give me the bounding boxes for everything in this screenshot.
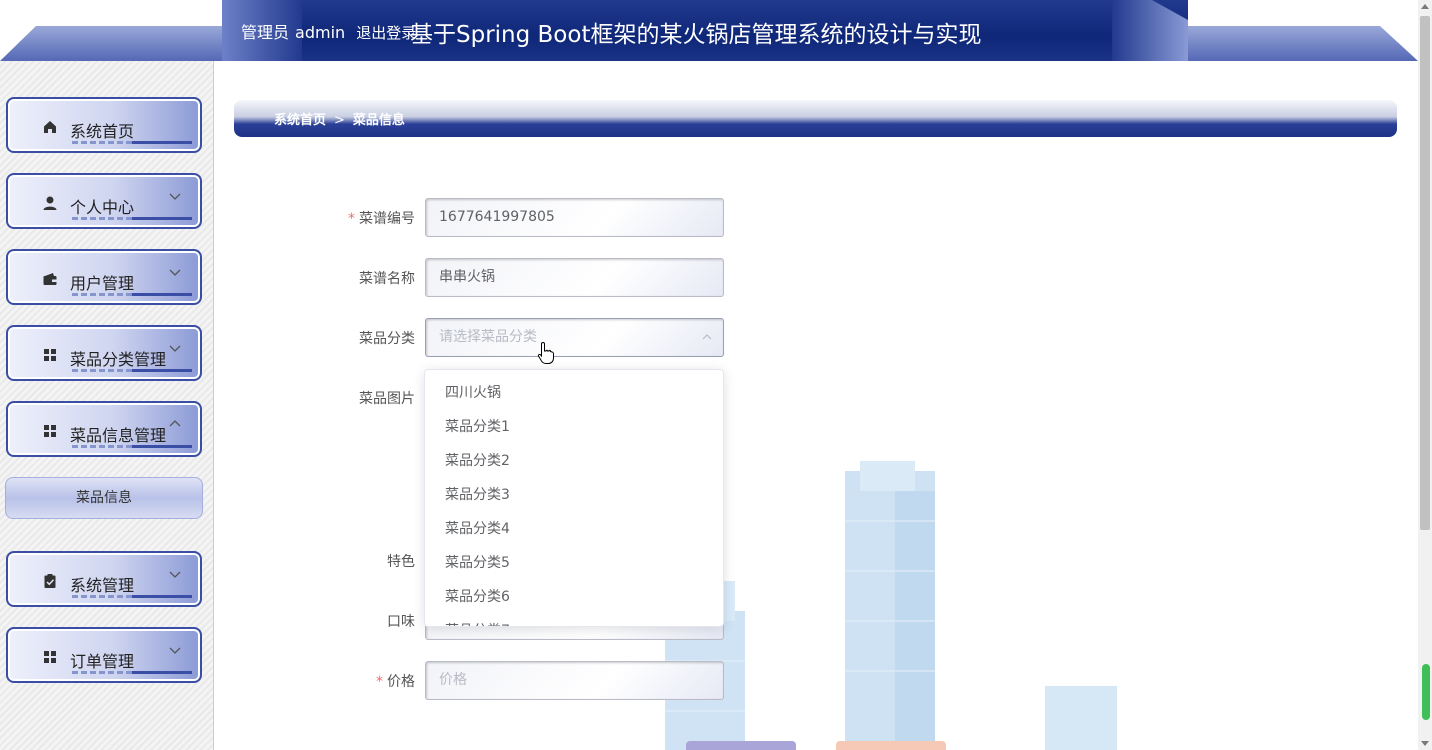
feature-label: 特色 <box>387 554 415 570</box>
scroll-down-arrow-icon[interactable] <box>1421 741 1429 746</box>
recipe-no-input[interactable]: 1677641997805 <box>425 198 724 237</box>
dropdown-option[interactable]: 菜品分类4 <box>425 512 723 546</box>
recipe-name-input[interactable]: 串串火锅 <box>425 258 724 297</box>
dropdown-option[interactable]: 菜品分类2 <box>425 444 723 478</box>
taste-label: 口味 <box>387 614 415 630</box>
sidebar-item-label: 订单管理 <box>70 652 135 671</box>
recipe-no-label-text: 菜谱编号 <box>359 211 415 227</box>
admin-name: admin <box>295 23 346 42</box>
breadcrumb-separator: > <box>334 113 345 128</box>
sidebar-item-personal-center[interactable]: 个人中心 <box>6 173 202 229</box>
sidebar-subitem-dish-info[interactable]: 菜品信息 <box>5 477 203 519</box>
submit-button[interactable] <box>686 741 796 750</box>
sidebar-item-label: 系统管理 <box>70 576 135 595</box>
main-content: 系统首页 > 菜品信息 * 菜谱编号 1677641997805 菜谱名称 串串火锅 … <box>215 61 1418 750</box>
price-input[interactable]: 价格 <box>425 661 724 700</box>
menu-decoration <box>72 595 192 598</box>
chevron-up-icon <box>169 420 181 427</box>
sidebar-item-system-management[interactable]: 系统管理 <box>6 551 202 607</box>
home-icon <box>44 121 56 133</box>
logout-link[interactable]: 退出登录 <box>356 24 416 42</box>
admin-info: 管理员 admin 退出登录 <box>241 19 422 43</box>
scrollbar-thumb[interactable] <box>1420 16 1430 530</box>
vertical-scrollbar[interactable] <box>1418 0 1432 750</box>
category-select[interactable]: 请选择菜品分类 <box>425 318 724 357</box>
sidebar-item-home[interactable]: 系统首页 <box>6 97 202 153</box>
chevron-down-icon <box>169 193 181 200</box>
menu-decoration <box>72 445 192 448</box>
required-mark: * <box>376 674 383 690</box>
dropdown-option[interactable]: 菜品分类3 <box>425 478 723 512</box>
sidebar: 系统首页 个人中心 用户管理 菜品分类管理 菜品信息管理 菜品信息 系统管理 订… <box>0 61 214 750</box>
grid-icon <box>44 349 56 361</box>
user-icon <box>43 196 57 210</box>
menu-decoration <box>72 217 192 220</box>
breadcrumb-home[interactable]: 系统首页 <box>274 113 326 128</box>
dropdown-option[interactable]: 菜品分类6 <box>425 580 723 614</box>
header-band-left <box>0 26 240 61</box>
grid-icon <box>44 651 56 663</box>
top-header: 管理员 admin 退出登录 基于Spring Boot框架的某火锅店管理系统的设… <box>0 0 1418 61</box>
sidebar-item-dish-management[interactable]: 菜品信息管理 <box>6 401 202 457</box>
header-band-right <box>1180 26 1418 61</box>
price-label: * 价格 <box>215 671 415 691</box>
sidebar-item-label: 菜品分类管理 <box>70 350 167 369</box>
breadcrumb-current: 菜品信息 <box>352 113 405 128</box>
chevron-down-icon <box>169 571 181 578</box>
chevron-down-icon <box>169 269 181 276</box>
sidebar-item-label: 用户管理 <box>70 274 135 293</box>
sidebar-item-user-management[interactable]: 用户管理 <box>6 249 202 305</box>
menu-decoration <box>72 369 192 372</box>
recipe-name-label: 菜谱名称 <box>359 271 415 287</box>
recipe-no-label: * 菜谱编号 <box>215 208 415 228</box>
category-dropdown: 四川火锅 菜品分类1 菜品分类2 菜品分类3 菜品分类4 菜品分类5 菜品分类6… <box>424 369 724 627</box>
sidebar-item-category-management[interactable]: 菜品分类管理 <box>6 325 202 381</box>
clipboard-icon <box>44 574 56 588</box>
dropdown-option[interactable]: 菜品分类1 <box>425 410 723 444</box>
sidebar-item-label: 菜品信息管理 <box>70 426 167 445</box>
breadcrumb-bar: 系统首页 > 菜品信息 <box>234 100 1397 137</box>
dish-image-label: 菜品图片 <box>359 391 415 407</box>
background-buildings-image <box>665 461 1117 750</box>
scroll-up-arrow-icon[interactable] <box>1421 4 1429 9</box>
category-placeholder: 请选择菜品分类 <box>439 329 537 345</box>
admin-role: 管理员 <box>241 23 290 42</box>
chevron-up-icon <box>702 334 712 340</box>
sidebar-item-order-management[interactable]: 订单管理 <box>6 627 202 683</box>
cancel-button[interactable] <box>836 741 946 750</box>
sidebar-item-label: 个人中心 <box>70 198 135 217</box>
menu-decoration <box>72 293 192 296</box>
site-title: 基于Spring Boot框架的某火锅店管理系统的设计与实现 <box>410 22 982 48</box>
dropdown-option[interactable]: 四川火锅 <box>425 376 723 410</box>
side-widget-handle[interactable] <box>1422 664 1430 720</box>
dropdown-option[interactable]: 菜品分类7 <box>425 614 723 626</box>
grid-icon <box>44 425 56 437</box>
category-label: 菜品分类 <box>359 331 415 347</box>
menu-decoration <box>72 671 192 674</box>
price-label-text: 价格 <box>387 674 415 690</box>
dropdown-option[interactable]: 菜品分类5 <box>425 546 723 580</box>
chevron-down-icon <box>169 345 181 352</box>
chevron-down-icon <box>169 647 181 654</box>
menu-decoration <box>72 141 192 144</box>
breadcrumb: 系统首页 > 菜品信息 <box>274 109 405 128</box>
sidebar-item-label: 系统首页 <box>70 122 135 141</box>
required-mark: * <box>348 211 355 227</box>
hand-cursor-icon <box>537 341 554 364</box>
wallet-icon <box>43 273 57 285</box>
